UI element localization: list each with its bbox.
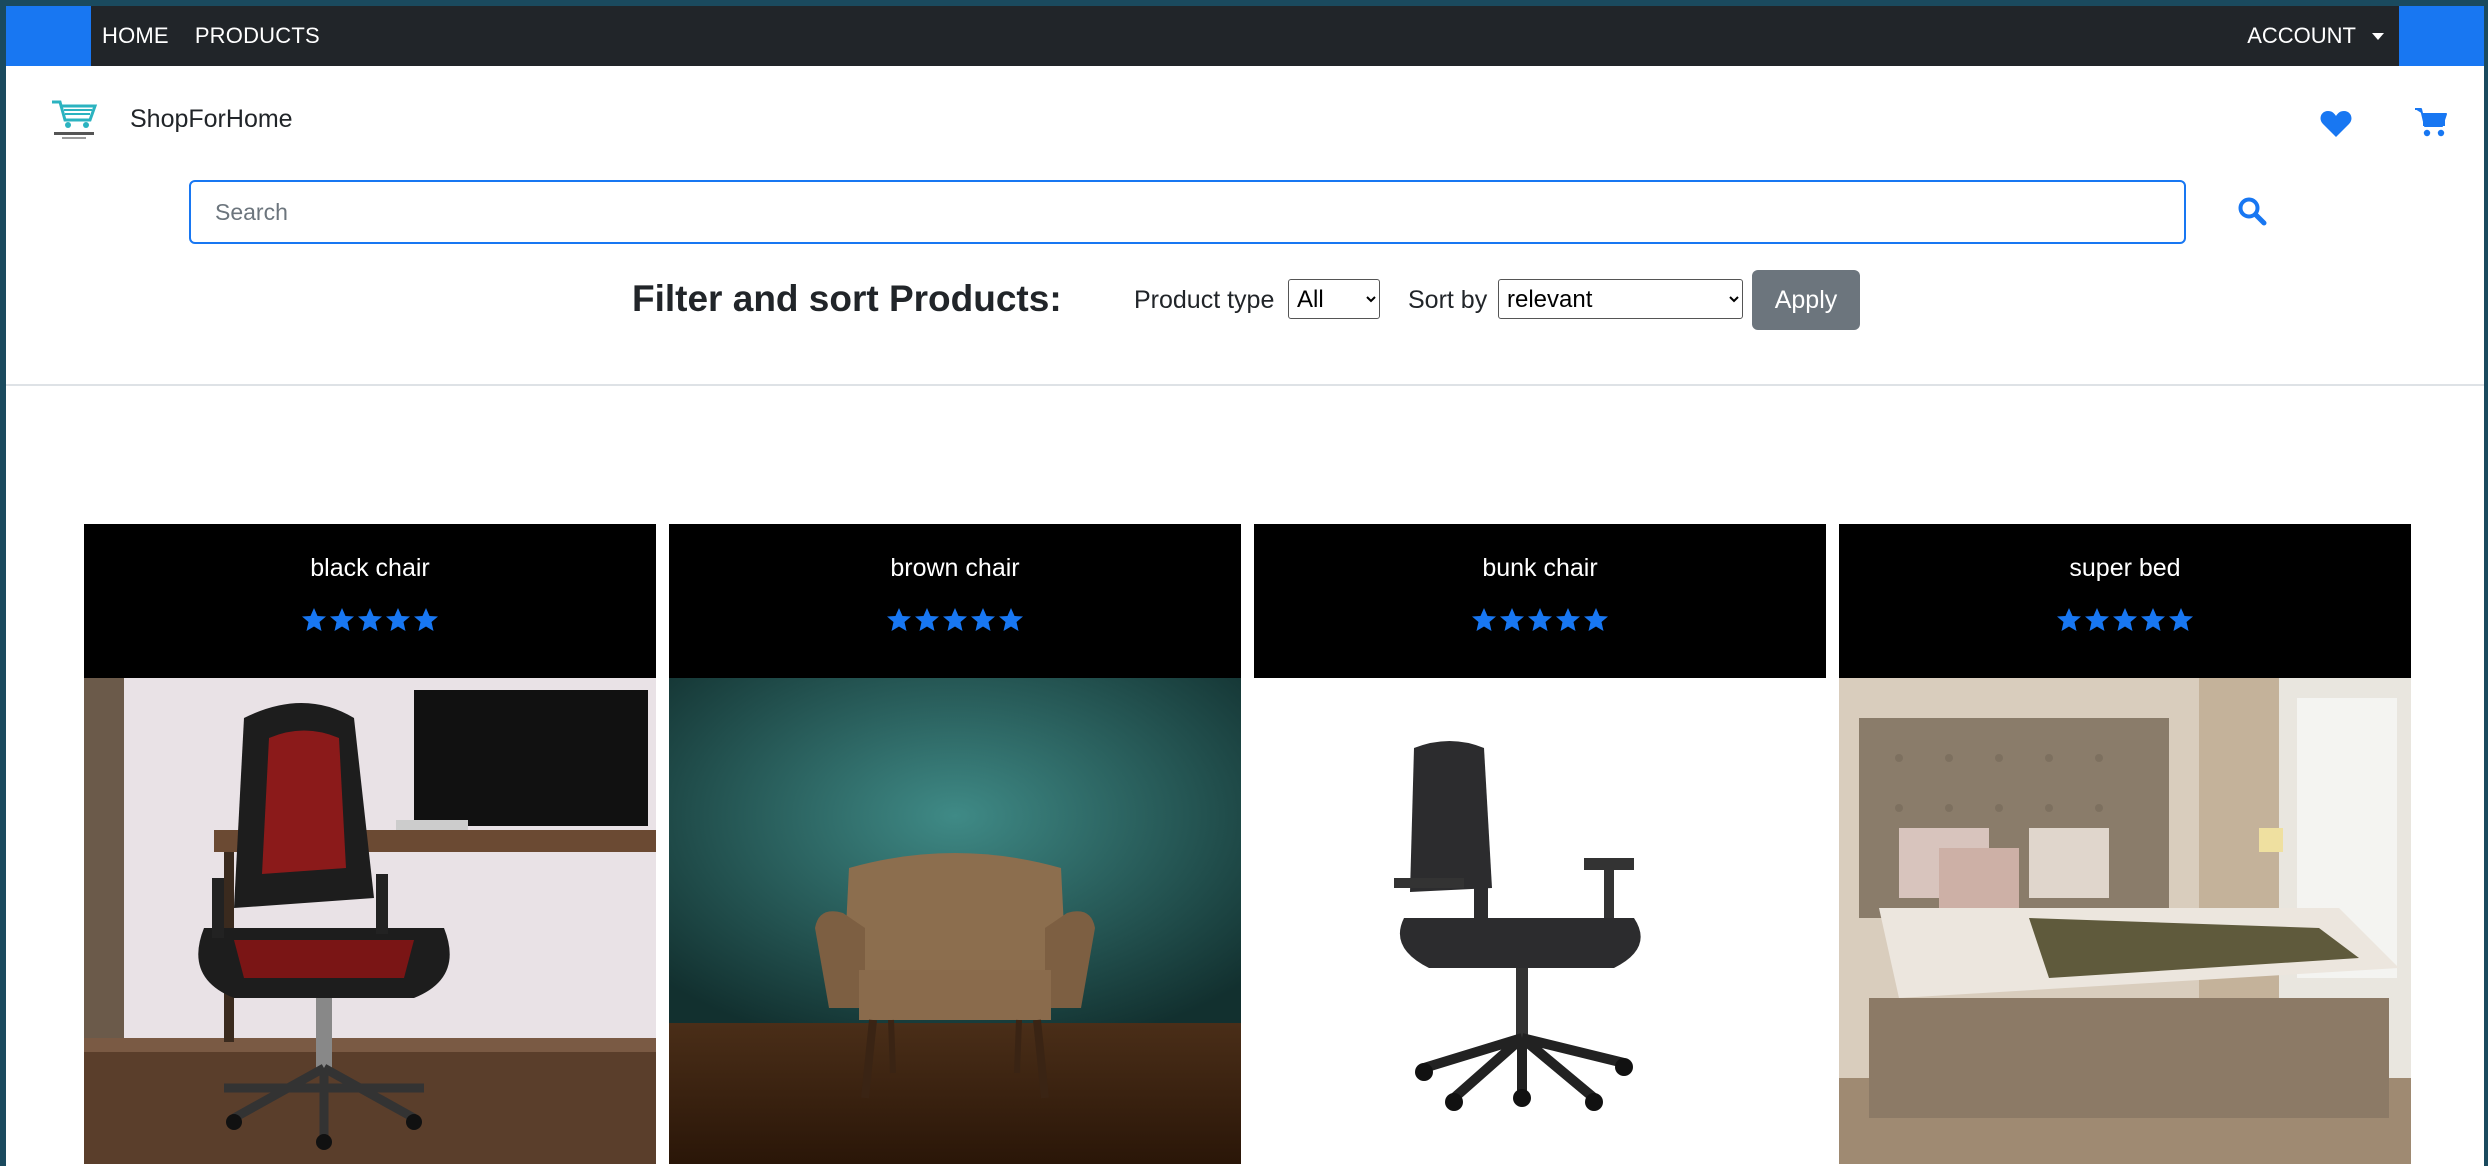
caret-down-icon [2372,32,2384,40]
shopping-cart-logo-icon [48,98,100,140]
product-image[interactable] [1254,678,1826,1164]
product-name[interactable]: brown chair [669,524,1241,583]
star-icon [413,607,439,633]
app-frame: HOME PRODUCTS ACCOUNT ShopForHome Search… [6,6,2484,1166]
product-card-header[interactable]: brown chair [669,524,1241,678]
star-icon [1499,607,1525,633]
product-image[interactable] [669,678,1241,1164]
star-icon [301,607,327,633]
navbar-accent-left [6,6,91,66]
product-image[interactable] [84,678,656,1164]
product-card[interactable]: brown chair [669,524,1241,1166]
product-card-header[interactable]: super bed [1839,524,2411,678]
cart-icon[interactable] [2414,106,2448,138]
product-card-header[interactable]: bunk chair [1254,524,1826,678]
nav-products-link[interactable]: PRODUCTS [195,23,320,49]
star-icon [357,607,383,633]
product-card-header[interactable]: black chair [84,524,656,678]
divider [6,384,2484,386]
product-image[interactable] [1839,678,2411,1164]
apply-button[interactable]: Apply [1752,270,1860,330]
star-icon [1583,607,1609,633]
star-icon [942,607,968,633]
product-rating [84,607,656,633]
star-icon [886,607,912,633]
nav-links: HOME PRODUCTS [102,6,320,66]
product-rating [669,607,1241,633]
sort-by-label: Sort by [1408,286,1488,314]
star-icon [1471,607,1497,633]
star-icon [914,607,940,633]
brand[interactable]: ShopForHome [48,98,293,140]
nav-home-link[interactable]: HOME [102,23,169,49]
product-type-label: Product type [1134,286,1275,314]
navbar-accent-right [2399,6,2484,66]
top-navbar: HOME PRODUCTS ACCOUNT [6,6,2484,66]
star-icon [2056,607,2082,633]
star-icon [1527,607,1553,633]
product-type-select[interactable]: All [1288,279,1380,319]
product-rating [1839,607,2411,633]
star-icon [385,607,411,633]
sort-by-select[interactable]: relevant [1498,279,1743,319]
star-icon [2140,607,2166,633]
star-icon [2084,607,2110,633]
star-icon [2168,607,2194,633]
star-icon [1555,607,1581,633]
product-name[interactable]: bunk chair [1254,524,1826,583]
brand-name: ShopForHome [130,104,293,133]
search-icon[interactable] [2237,196,2267,226]
account-label: ACCOUNT [2247,23,2356,48]
product-name[interactable]: super bed [1839,524,2411,583]
account-dropdown[interactable]: ACCOUNT [2247,6,2384,66]
product-card[interactable]: black chair [84,524,656,1166]
product-rating [1254,607,1826,633]
product-card[interactable]: super bed [1839,524,2411,1166]
product-name[interactable]: black chair [84,524,656,583]
star-icon [2112,607,2138,633]
filter-title: Filter and sort Products: [632,278,1062,319]
star-icon [329,607,355,633]
star-icon [998,607,1024,633]
star-icon [970,607,996,633]
heart-icon[interactable] [2320,110,2352,138]
product-card[interactable]: bunk chair [1254,524,1826,1166]
search-input[interactable] [189,180,2186,244]
